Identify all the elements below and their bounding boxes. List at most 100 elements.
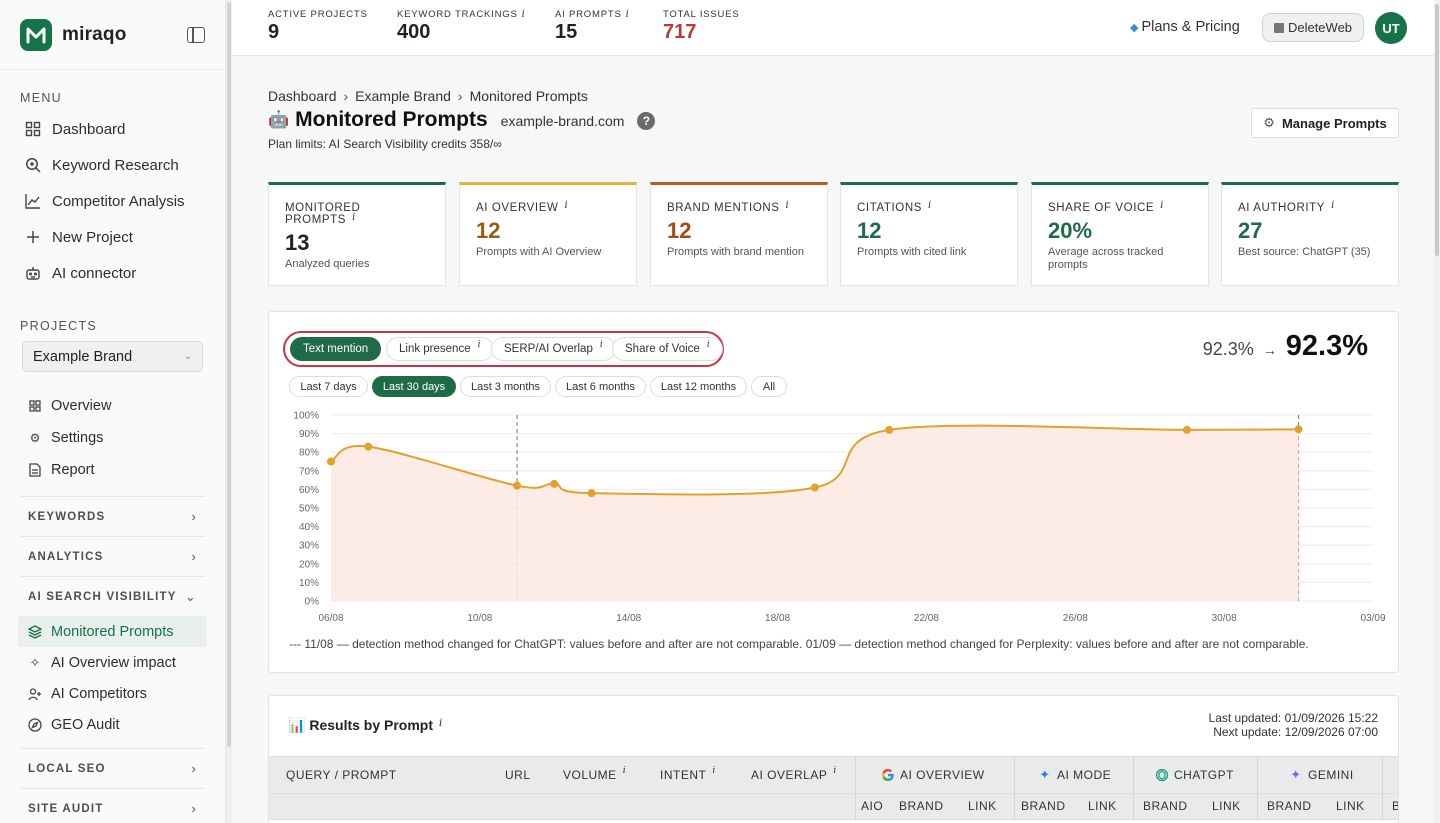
stat-value: 15 bbox=[555, 21, 578, 43]
sidebar-item-settings[interactable]: ⚙ Settings bbox=[0, 422, 225, 454]
info-icon[interactable]: i bbox=[786, 200, 790, 211]
subcol-link[interactable]: LINK bbox=[1212, 799, 1241, 813]
diamond-icon: ◆ bbox=[1130, 22, 1139, 34]
sidebar-item-ai-connector[interactable]: AI connector bbox=[0, 255, 225, 291]
tab-link-presence[interactable]: Link presence i bbox=[386, 337, 494, 361]
range-all[interactable]: All bbox=[751, 376, 787, 397]
stat-label: ACTIVE PROJECTS bbox=[268, 9, 368, 20]
info-icon[interactable]: i bbox=[928, 200, 932, 211]
tab-share-of-voice[interactable]: Share of Voice i bbox=[612, 337, 723, 361]
subcol-b[interactable]: B bbox=[1392, 799, 1398, 813]
col-ai-overlap[interactable]: AI OVERLAP i bbox=[751, 766, 836, 782]
col-chatgpt[interactable]: CHATGPT bbox=[1155, 768, 1234, 782]
info-icon[interactable]: i bbox=[439, 718, 442, 729]
sidebar-item-overview[interactable]: Overview bbox=[0, 390, 225, 422]
range-last-30-days[interactable]: Last 30 days bbox=[372, 376, 456, 397]
info-icon[interactable]: i bbox=[707, 340, 710, 350]
sidebar-item-dashboard[interactable]: Dashboard bbox=[0, 111, 225, 147]
info-icon[interactable]: i bbox=[623, 766, 626, 776]
data-point[interactable] bbox=[513, 481, 522, 490]
data-point[interactable] bbox=[587, 489, 596, 498]
sidebar-group-analytics[interactable]: ANALYTICS › bbox=[20, 536, 205, 576]
sidebar-item-new-project[interactable]: New Project bbox=[0, 219, 225, 255]
subcol-brand[interactable]: BRAND bbox=[899, 799, 944, 813]
col-gemini[interactable]: ✦ GEMINI bbox=[1289, 767, 1354, 782]
info-icon[interactable]: i bbox=[522, 9, 526, 20]
workspace-button[interactable]: DeleteWeb bbox=[1262, 13, 1364, 42]
brand-logo-icon[interactable] bbox=[20, 18, 52, 51]
page-scrollbar[interactable] bbox=[1434, 0, 1440, 823]
tab-serp-ai-overlap[interactable]: SERP/AI Overlap i bbox=[491, 337, 616, 361]
data-point[interactable] bbox=[327, 457, 335, 466]
sidebar-group-ai-search-visibility[interactable]: AI SEARCH VISIBILITY ⌄ bbox=[20, 576, 205, 616]
col-url[interactable]: URL bbox=[505, 768, 531, 782]
stat-value: 9 bbox=[268, 21, 280, 43]
data-point[interactable] bbox=[1182, 425, 1191, 434]
subcol-link[interactable]: LINK bbox=[1336, 799, 1365, 813]
subcol-link[interactable]: LINK bbox=[1088, 799, 1117, 813]
document-icon bbox=[28, 463, 42, 477]
help-icon[interactable]: ? bbox=[637, 112, 656, 130]
subcol-brand[interactable]: BRAND bbox=[1021, 799, 1066, 813]
range-last-6-months[interactable]: Last 6 months bbox=[555, 376, 646, 397]
info-icon[interactable]: i bbox=[712, 766, 715, 776]
data-point[interactable] bbox=[810, 483, 819, 492]
tab-text-mention[interactable]: Text mention bbox=[290, 337, 382, 361]
info-icon[interactable]: i bbox=[833, 766, 836, 776]
col-volume[interactable]: VOLUME i bbox=[563, 766, 626, 782]
info-icon[interactable]: i bbox=[478, 340, 481, 350]
column-divider bbox=[855, 756, 856, 820]
range-last-3-months[interactable]: Last 3 months bbox=[460, 376, 551, 397]
manage-prompts-button[interactable]: ⚙ Manage Prompts bbox=[1251, 108, 1399, 138]
sidebar-group-site-audit[interactable]: SITE AUDIT › bbox=[20, 788, 205, 823]
range-last-12-months[interactable]: Last 12 months bbox=[650, 376, 747, 397]
data-point[interactable] bbox=[1294, 425, 1303, 434]
subcol-brand[interactable]: BRAND bbox=[1267, 799, 1312, 813]
col-query-prompt[interactable]: QUERY / PROMPT bbox=[286, 768, 397, 782]
col-intent[interactable]: INTENT i bbox=[660, 766, 715, 782]
button-label: Manage Prompts bbox=[1281, 115, 1387, 131]
info-icon[interactable]: i bbox=[1331, 200, 1335, 211]
info-icon[interactable]: i bbox=[352, 212, 356, 223]
sidebar-group-keywords[interactable]: KEYWORDS › bbox=[20, 496, 205, 536]
provider-label: CHATGPT bbox=[1174, 768, 1234, 782]
subcol-brand[interactable]: BRAND bbox=[1143, 799, 1188, 813]
sidebar-item-monitored-prompts[interactable]: Monitored Prompts bbox=[18, 616, 207, 647]
kpi-subtitle: Prompts with brand mention bbox=[667, 246, 804, 258]
project-select[interactable]: Example Brand ⌄ bbox=[22, 341, 203, 372]
sidebar-group-local-seo[interactable]: LOCAL SEO › bbox=[20, 748, 205, 788]
sidebar-item-geo-audit[interactable]: GEO Audit bbox=[18, 709, 207, 740]
gear-icon: ⚙ bbox=[1263, 115, 1275, 130]
breadcrumb-brand[interactable]: Example Brand bbox=[355, 88, 451, 104]
info-icon[interactable]: i bbox=[564, 200, 568, 211]
subcol-link[interactable]: LINK bbox=[968, 799, 997, 813]
data-point[interactable] bbox=[364, 442, 373, 451]
stat-label: TOTAL ISSUES bbox=[663, 9, 740, 20]
sidebar-item-keyword-research[interactable]: Keyword Research bbox=[0, 147, 225, 183]
info-icon[interactable]: i bbox=[626, 9, 630, 20]
breadcrumb-dashboard[interactable]: Dashboard bbox=[268, 88, 337, 104]
data-point[interactable] bbox=[550, 479, 559, 488]
y-tick-label: 30% bbox=[299, 541, 319, 552]
subcol-aio[interactable]: AIO bbox=[861, 799, 883, 813]
sidebar-toggle-icon[interactable] bbox=[187, 26, 205, 43]
plans-pricing-link[interactable]: ◆ Plans & Pricing bbox=[1130, 19, 1240, 35]
info-icon[interactable]: i bbox=[1160, 200, 1164, 211]
range-last-7-days[interactable]: Last 7 days bbox=[289, 376, 368, 397]
scrollbar-thumb[interactable] bbox=[1435, 4, 1439, 256]
data-point[interactable] bbox=[885, 425, 894, 434]
sidebar-item-competitor-analysis[interactable]: Competitor Analysis bbox=[0, 183, 225, 219]
brand-name[interactable]: miraqo bbox=[62, 24, 127, 46]
sidebar-item-report[interactable]: Report bbox=[0, 454, 225, 486]
col-ai-overview[interactable]: AI OVERVIEW bbox=[881, 768, 985, 782]
info-icon[interactable]: i bbox=[600, 340, 603, 350]
sidebar-item-ai-competitors[interactable]: AI Competitors bbox=[18, 678, 207, 709]
col-ai-mode[interactable]: ✦ AI MODE bbox=[1038, 767, 1111, 782]
sidebar-scrollbar[interactable] bbox=[226, 0, 232, 823]
search-icon bbox=[24, 156, 42, 174]
chevron-right-icon: › bbox=[343, 88, 349, 104]
avatar[interactable]: UT bbox=[1375, 12, 1407, 44]
sidebar-item-ai-overview-impact[interactable]: ✧ AI Overview impact bbox=[18, 647, 207, 678]
chatgpt-icon bbox=[1155, 768, 1169, 782]
scrollbar-thumb[interactable] bbox=[227, 2, 231, 747]
